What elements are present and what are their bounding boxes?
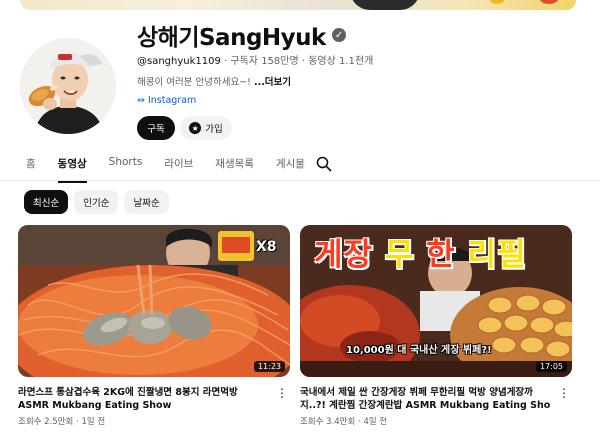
banner-art: [490, 0, 504, 4]
overlay-word: 리필: [467, 237, 527, 273]
join-button[interactable]: ★ 가입: [180, 116, 232, 140]
video-duration: 17:05: [535, 361, 567, 372]
view-count: 조회수 3.4만회: [300, 417, 356, 427]
video-count: 동영상 1.1천개: [308, 56, 374, 67]
upload-age: 1일 전: [81, 417, 106, 427]
video-meta: 조회수 2.5만회 · 1일 전: [18, 415, 290, 427]
banner-art: [350, 0, 420, 10]
upload-age: 4일 전: [363, 417, 388, 427]
chip-latest[interactable]: 최신순: [24, 190, 69, 214]
channel-tabs: 홈 동영상 Shorts 라이브 재생목록 게시물: [26, 150, 327, 183]
tab-videos[interactable]: 동영상: [57, 150, 87, 183]
subscriber-count: 구독자 158만명: [230, 56, 299, 67]
channel-name-text: 상해기SangHyuk: [137, 25, 326, 51]
channel-handle: @sanghyuk1109: [137, 56, 221, 67]
sort-chips: 최신순 인기순 날짜순: [24, 190, 169, 214]
video-title-line: ASMR Mukbang Eating Show: [18, 400, 172, 411]
tabs-divider: [0, 180, 600, 181]
star-icon: ★: [189, 122, 202, 134]
video-title-line: 지..?! 계란찜 간장계란밥 ASMR Mukbang Eating Show: [300, 400, 550, 411]
thumbnail-caption: 10,000원 대 국내산 게장 뷔페?!: [346, 345, 492, 356]
view-count: 조회수 2.5만회: [18, 417, 74, 427]
search-icon[interactable]: [316, 156, 332, 172]
channel-avatar[interactable]: [20, 38, 116, 134]
video-meta: 조회수 3.4만회 · 4일 전: [300, 415, 572, 427]
tab-live[interactable]: 라이브: [164, 150, 193, 177]
thumbnail-overlay-text: 게장 무 한 리필: [314, 229, 527, 274]
channel-meta: @sanghyuk1109 · 구독자 158만명 · 동영상 1.1천개: [137, 52, 373, 67]
tab-playlists[interactable]: 재생목록: [215, 150, 254, 177]
video-card[interactable]: X8 11:23 라면스프 통삼겹수육 2KG에 진짤냉면 8봉지 라면먹방 A…: [18, 225, 290, 427]
description-text: 해콩이 여러분 안녕하세요~!: [137, 77, 251, 88]
chip-popular[interactable]: 인기순: [74, 190, 119, 214]
verified-check-icon: ✓: [331, 28, 346, 42]
video-title-line: 라면스프 통삼겹수육 2KG에 진짤냉면 8봉지 라면먹방: [18, 387, 238, 398]
video-thumbnail[interactable]: X8 11:23: [18, 225, 290, 377]
instagram-link-label: Instagram: [147, 95, 197, 106]
overlay-word: 게장: [314, 237, 374, 273]
overlay-word: 무: [384, 237, 415, 273]
thumbnail-overlay-text: X8: [256, 239, 277, 255]
channel-name: 상해기SangHyuk ✓: [137, 18, 346, 52]
tab-posts[interactable]: 게시물: [276, 150, 305, 177]
overlay-word: 한: [426, 237, 456, 273]
subscribe-button[interactable]: 구독: [137, 116, 175, 140]
instagram-link[interactable]: ⇔ Instagram: [137, 95, 196, 106]
channel-description[interactable]: 해콩이 여러분 안녕하세요~! ...더보기: [137, 74, 291, 88]
more-link[interactable]: ...더보기: [254, 77, 291, 88]
video-duration: 11:23: [253, 361, 285, 372]
video-thumbnail[interactable]: 게장 무 한 리필 10,000원 대 국내산 게장 뷔페?! 17:05: [300, 225, 572, 377]
tab-home[interactable]: 홈: [26, 150, 36, 177]
more-vert-icon[interactable]: ⋮: [276, 387, 288, 399]
link-icon: ⇔: [137, 95, 145, 106]
join-label: 가입: [205, 124, 223, 135]
chip-oldest[interactable]: 날짜순: [124, 190, 169, 214]
banner-art: [540, 0, 558, 4]
video-title[interactable]: 국내에서 제일 싼 간장게장 뷔페 무한리필 먹방 양념게장까 지..?! 계란…: [300, 386, 550, 412]
more-vert-icon[interactable]: ⋮: [558, 387, 570, 399]
channel-banner: [20, 0, 576, 10]
video-title[interactable]: 라면스프 통삼겹수육 2KG에 진짤냉면 8봉지 라면먹방 ASMR Mukba…: [18, 386, 268, 412]
video-title-line: 국내에서 제일 싼 간장게장 뷔페 무한리필 먹방 양념게장까: [300, 387, 533, 398]
tab-shorts[interactable]: Shorts: [109, 150, 143, 174]
video-card[interactable]: 게장 무 한 리필 10,000원 대 국내산 게장 뷔페?! 17:05 국내…: [300, 225, 572, 427]
